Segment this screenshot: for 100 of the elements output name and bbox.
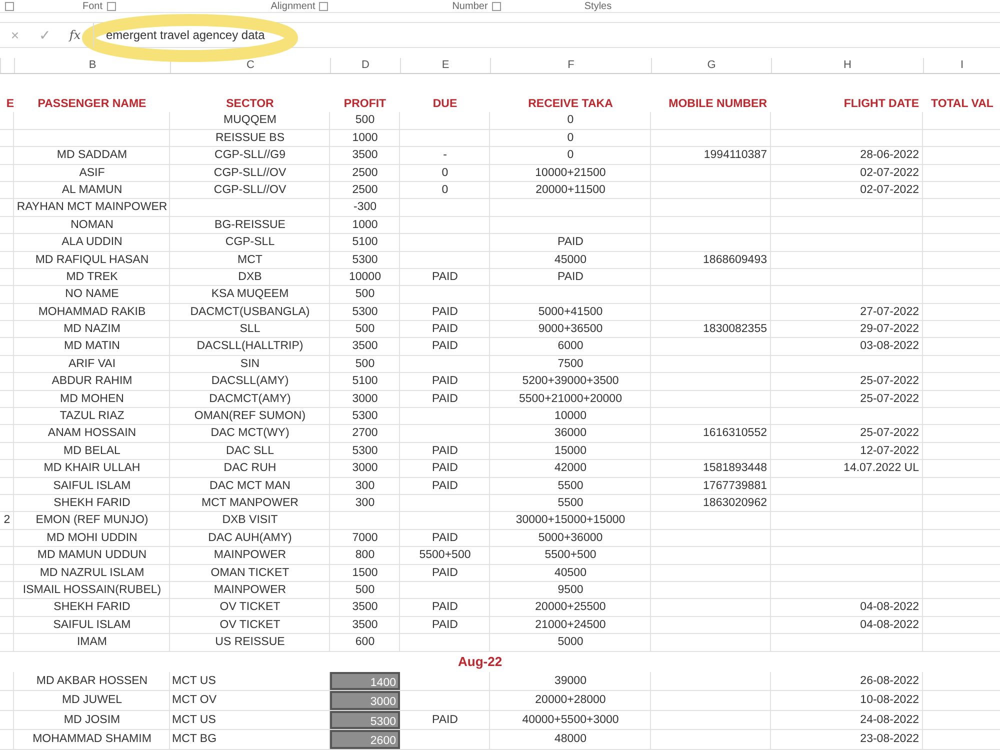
table-cell-text: 40000+5500+3000: [521, 712, 620, 728]
table-cell-text: DAC MCT(WY): [210, 426, 290, 442]
table-cell-text: SAIFUL ISLAM: [52, 478, 132, 494]
table-cell-text: 0: [566, 148, 575, 164]
table-cell-text: 5000+41500: [537, 304, 604, 320]
table-cell-text: 26-08-2022: [859, 674, 920, 688]
table-cell-text: CGP-SLL//G9: [214, 148, 286, 164]
table-cell-text: 03-08-2022: [859, 339, 920, 354]
table-cell-text: PAID: [431, 478, 459, 494]
table-cell-text: PAID: [431, 392, 459, 407]
column-header[interactable]: D: [330, 58, 400, 73]
table-cell-text: 1767739881: [702, 478, 768, 494]
table-cell-text: 0: [566, 113, 575, 128]
table-cell-text: 500: [354, 356, 376, 372]
table-cell-text: MOHAMMAD RAKIB: [37, 304, 147, 320]
table-cell-text: SLL: [238, 322, 262, 338]
table-cell-text: 3500: [351, 600, 379, 616]
formula-input-field[interactable]: emergent travel agencey data: [93, 23, 1000, 47]
table-cell-text: PAID: [431, 304, 459, 320]
insert-function-button[interactable]: fx: [60, 28, 90, 42]
table-cell-text: KSA MUQEEM: [210, 287, 290, 302]
table-cell-text: 5500+500: [544, 548, 598, 564]
table-cell-text: 300: [354, 496, 376, 511]
table-cell-text: MD MOHEN: [59, 392, 125, 407]
table-cell-text: CGP-SLL//OV: [212, 166, 288, 181]
table-cell-text: 24-08-2022: [859, 712, 920, 728]
table-cell-text: 3500: [351, 339, 379, 354]
table-cell-text: 20000+28000: [534, 693, 607, 708]
column-header[interactable]: F: [490, 58, 651, 73]
column-title: TOTAL VAL: [930, 97, 994, 112]
table-cell-text: 5000: [556, 635, 584, 650]
table-cell-text: 2: [2, 513, 12, 528]
table-cell-text: IMAM: [76, 635, 108, 650]
table-cell-text: 02-07-2022: [859, 166, 920, 181]
table-cell-text: 0: [440, 166, 450, 181]
column-header[interactable]: B: [14, 58, 170, 73]
table-cell-text: MD AKBAR HOSSEN: [35, 674, 149, 688]
table-cell-text: 28-06-2022: [859, 148, 920, 164]
table-cell-text: 5500: [556, 478, 584, 494]
table-cell-text: MAINPOWER: [212, 582, 288, 598]
table-cell-text: 25-07-2022: [859, 392, 920, 407]
table-cell-text: MUQQEM: [222, 113, 278, 128]
table-cell-text: 500: [354, 287, 376, 302]
table-cell-text: -: [442, 148, 448, 164]
table-cell-text: 500: [354, 113, 376, 128]
table-cell-text: 14.07.2022 UL: [842, 461, 920, 476]
column-header[interactable]: H: [771, 58, 923, 73]
table-cell-text: MD NAZIM: [62, 322, 122, 338]
table-cell-text: REISSUE BS: [214, 130, 286, 146]
table-cell-text: OMAN TICKET: [210, 566, 290, 581]
table-cell-text: 1994110387: [702, 148, 768, 164]
column-header[interactable]: I: [923, 58, 1000, 73]
table-cell-text: 7000: [351, 530, 379, 546]
table-cell-text: 1868609493: [702, 252, 768, 268]
table-cell-text: 5200+39000+3500: [521, 374, 620, 390]
table-cell-text: MD KHAIR ULLAH: [42, 461, 142, 476]
table-cell-text: NOMAN: [70, 218, 114, 233]
column-header[interactable]: E: [400, 58, 490, 73]
table-cell-text: 5300: [351, 444, 379, 459]
table-cell-text: 1616310552: [702, 426, 768, 442]
table-cell-text: 1000: [351, 218, 379, 233]
table-cell-text: DACSLL(HALLTRIP): [196, 339, 304, 354]
table-cell-text: MCT MANPOWER: [200, 496, 300, 511]
table-cell-text: 1863020962: [702, 496, 768, 511]
table-cell-text: 5300: [351, 409, 379, 424]
table-cell-text: MD TREK: [65, 270, 119, 285]
table-cell-text: 0: [566, 130, 575, 146]
table-cell-text: 10000: [348, 270, 382, 285]
dialog-launcher-icon[interactable]: [492, 2, 501, 10]
table-cell-text: PAID: [431, 461, 459, 476]
dialog-launcher-icon[interactable]: [106, 2, 116, 10]
table-cell-text: 04-08-2022: [859, 618, 920, 633]
table-cell-text: DXB VISIT: [221, 513, 279, 528]
column-header[interactable]: C: [170, 58, 330, 73]
table-cell-text: 5100: [351, 235, 379, 250]
ribbon-group-label: Styles: [584, 0, 612, 12]
table-cell-text: TAZUL RIAZ: [58, 409, 126, 424]
table-cell-text: ALA UDDIN: [60, 235, 124, 250]
table-cell-text: 1500: [351, 566, 379, 581]
table-cell-text: OV TICKET: [218, 618, 282, 633]
table-cell-text: 02-07-2022: [859, 182, 920, 198]
dialog-launcher-icon[interactable]: [4, 2, 14, 10]
table-cell-text: 10000: [554, 409, 588, 424]
table-cell-text: PAID: [556, 235, 584, 250]
column-title: FLIGHT DATE: [842, 97, 920, 112]
table-cell-text: OMAN(REF SUMON): [193, 409, 307, 424]
column-header[interactable]: G: [651, 58, 771, 73]
table-cell-text: OV TICKET: [218, 600, 282, 616]
table-cell-text: CGP-SLL: [224, 235, 276, 250]
table-cell-text: 39000: [554, 674, 588, 688]
table-cell-text: DACSLL(AMY): [210, 374, 290, 390]
dialog-launcher-icon[interactable]: [319, 2, 328, 10]
table-cell-text: DACMCT(USBANGLA): [189, 304, 311, 320]
table-cell-text: PAID: [556, 270, 584, 285]
table-cell-text: MCT BG: [171, 732, 218, 747]
table-cell-text: MCT US: [171, 712, 217, 728]
table-cell-text: 30000+15000+15000: [514, 513, 626, 528]
table-cell-text: 5500+21000+20000: [518, 392, 623, 407]
table-cell-text: 29-07-2022: [859, 322, 920, 338]
column-title: MOBILE NUMBER: [668, 97, 768, 112]
